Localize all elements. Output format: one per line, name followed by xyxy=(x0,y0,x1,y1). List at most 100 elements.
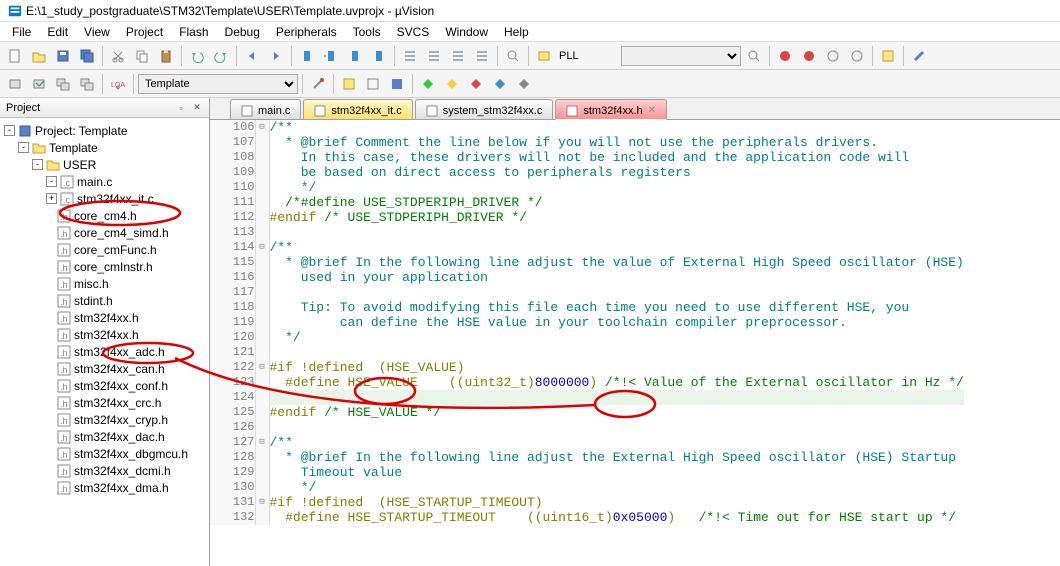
manage-button[interactable] xyxy=(338,73,360,95)
svg-text:.h: .h xyxy=(60,382,68,392)
pll-label: PLL xyxy=(559,50,579,62)
tree-file-core_cmFunc-h[interactable]: .hcore_cmFunc.h xyxy=(0,241,209,258)
find-button[interactable] xyxy=(502,45,524,67)
editor-tabs: main.cstm32f4xx_it.csystem_stm32f4xx.cst… xyxy=(210,98,1060,120)
menu-flash[interactable]: Flash xyxy=(171,23,216,41)
save-all-button[interactable] xyxy=(76,45,98,67)
red-diamond-button[interactable] xyxy=(465,73,487,95)
menu-tools[interactable]: Tools xyxy=(345,23,389,41)
debug-button[interactable] xyxy=(774,45,796,67)
svg-text:.h: .h xyxy=(60,263,68,273)
toolbar-2: LOAD Template xyxy=(0,70,1060,98)
cut-button[interactable] xyxy=(107,45,129,67)
menu-edit[interactable]: Edit xyxy=(39,23,76,41)
tree-file-stm32f4xx_conf-h[interactable]: .hstm32f4xx_conf.h xyxy=(0,377,209,394)
kill-bp-button[interactable] xyxy=(846,45,868,67)
tree-file-stm32f4xx_cryp-h[interactable]: .hstm32f4xx_cryp.h xyxy=(0,411,209,428)
books-button[interactable] xyxy=(386,73,408,95)
tree-file-stm32f4xx-h[interactable]: .hstm32f4xx.h xyxy=(0,326,209,343)
svg-text:.h: .h xyxy=(60,399,68,409)
close-icon[interactable]: ✕ xyxy=(191,102,203,114)
build-button[interactable] xyxy=(28,73,50,95)
window-button[interactable] xyxy=(877,45,899,67)
menu-window[interactable]: Window xyxy=(437,23,496,41)
menu-debug[interactable]: Debug xyxy=(217,23,268,41)
clear-bookmark-button[interactable] xyxy=(368,45,390,67)
tree-file-stm32f4xx_dbgmcu-h[interactable]: .hstm32f4xx_dbgmcu.h xyxy=(0,445,209,462)
outdent-button[interactable] xyxy=(423,45,445,67)
tree-file-core_cm4-h[interactable]: .hcore_cm4.h xyxy=(0,207,209,224)
tree-file-core_cm4_simd-h[interactable]: .hcore_cm4_simd.h xyxy=(0,224,209,241)
indent-button[interactable] xyxy=(399,45,421,67)
svg-text:.c: .c xyxy=(63,195,71,205)
code-editor[interactable]: 106⊟/**107 * @brief Comment the line bel… xyxy=(210,120,1060,566)
menu-project[interactable]: Project xyxy=(118,23,171,41)
save-button[interactable] xyxy=(52,45,74,67)
copy-button[interactable] xyxy=(131,45,153,67)
svg-text:.c: .c xyxy=(63,178,71,188)
toolbar-1: PLL xyxy=(0,42,1060,70)
tree-file-stm32f4xx_dac-h[interactable]: .hstm32f4xx_dac.h xyxy=(0,428,209,445)
options-button[interactable] xyxy=(307,73,329,95)
tree-file-stdint-h[interactable]: .hstdint.h xyxy=(0,292,209,309)
green-diamond-button[interactable] xyxy=(417,73,439,95)
tab-system_stm32f4xx-c[interactable]: system_stm32f4xx.c xyxy=(415,99,554,119)
undo-button[interactable] xyxy=(186,45,208,67)
tree-target[interactable]: -Template xyxy=(0,139,209,156)
config-button[interactable] xyxy=(908,45,930,67)
blue-diamond-button[interactable] xyxy=(489,73,511,95)
tab-stm32f4xx-h[interactable]: stm32f4xx.h✕ xyxy=(555,99,667,120)
project-tree[interactable]: -Project: Template-Template-USER-.cmain.… xyxy=(0,118,209,566)
redo-button[interactable] xyxy=(210,45,232,67)
next-bookmark-button[interactable] xyxy=(344,45,366,67)
breakpoint-button[interactable] xyxy=(798,45,820,67)
svg-text:.h: .h xyxy=(60,229,68,239)
tree-file-stm32f4xx_it-c[interactable]: +.cstm32f4xx_it.c xyxy=(0,190,209,207)
download-button[interactable]: LOAD xyxy=(107,73,129,95)
pll-button[interactable] xyxy=(533,45,555,67)
find-combo[interactable] xyxy=(621,46,741,66)
tab-stm32f4xx_it-c[interactable]: stm32f4xx_it.c xyxy=(303,99,412,119)
prev-bookmark-button[interactable] xyxy=(320,45,342,67)
tree-file-stm32f4xx-h[interactable]: .hstm32f4xx.h xyxy=(0,309,209,326)
tree-file-stm32f4xx_adc-h[interactable]: .hstm32f4xx_adc.h xyxy=(0,343,209,360)
menu-help[interactable]: Help xyxy=(496,23,537,41)
menu-svcs[interactable]: SVCS xyxy=(389,23,438,41)
tab-main-c[interactable]: main.c xyxy=(230,99,301,119)
tree-file-misc-h[interactable]: .hmisc.h xyxy=(0,275,209,292)
target-select[interactable]: Template xyxy=(138,74,298,94)
nav-fwd-button[interactable] xyxy=(265,45,287,67)
menu-view[interactable]: View xyxy=(76,23,118,41)
tree-root[interactable]: -Project: Template xyxy=(0,122,209,139)
title-bar: E:\1_study_postgraduate\STM32\Template\U… xyxy=(0,0,1060,22)
search-button[interactable] xyxy=(743,45,765,67)
tree-file-stm32f4xx_dma-h[interactable]: .hstm32f4xx_dma.h xyxy=(0,479,209,496)
menu-file[interactable]: File xyxy=(4,23,39,41)
batch-build-button[interactable] xyxy=(76,73,98,95)
menu-bar: FileEditViewProjectFlashDebugPeripherals… xyxy=(0,22,1060,42)
tree-file-stm32f4xx_can-h[interactable]: .hstm32f4xx_can.h xyxy=(0,360,209,377)
tree-group[interactable]: -USER xyxy=(0,156,209,173)
build-target-button[interactable] xyxy=(4,73,26,95)
uncomment-button[interactable] xyxy=(471,45,493,67)
nav-back-button[interactable] xyxy=(241,45,263,67)
file-ext-button[interactable] xyxy=(362,73,384,95)
bookmark-button[interactable] xyxy=(296,45,318,67)
rebuild-button[interactable] xyxy=(52,73,74,95)
menu-peripherals[interactable]: Peripherals xyxy=(268,23,345,41)
project-panel: Project ▫ ✕ -Project: Template-Template-… xyxy=(0,98,210,566)
tree-file-core_cmInstr-h[interactable]: .hcore_cmInstr.h xyxy=(0,258,209,275)
disable-bp-button[interactable] xyxy=(822,45,844,67)
open-file-button[interactable] xyxy=(28,45,50,67)
paste-button[interactable] xyxy=(155,45,177,67)
tree-file-stm32f4xx_crc-h[interactable]: .hstm32f4xx_crc.h xyxy=(0,394,209,411)
comment-button[interactable] xyxy=(447,45,469,67)
tree-file-stm32f4xx_dcmi-h[interactable]: .hstm32f4xx_dcmi.h xyxy=(0,462,209,479)
gray-diamond-button[interactable] xyxy=(513,73,535,95)
svg-text:.h: .h xyxy=(60,450,68,460)
panel-title: Project xyxy=(6,102,40,114)
pin-icon[interactable]: ▫ xyxy=(175,102,187,114)
tree-file-main-c[interactable]: -.cmain.c xyxy=(0,173,209,190)
yellow-diamond-button[interactable] xyxy=(441,73,463,95)
new-file-button[interactable] xyxy=(4,45,26,67)
